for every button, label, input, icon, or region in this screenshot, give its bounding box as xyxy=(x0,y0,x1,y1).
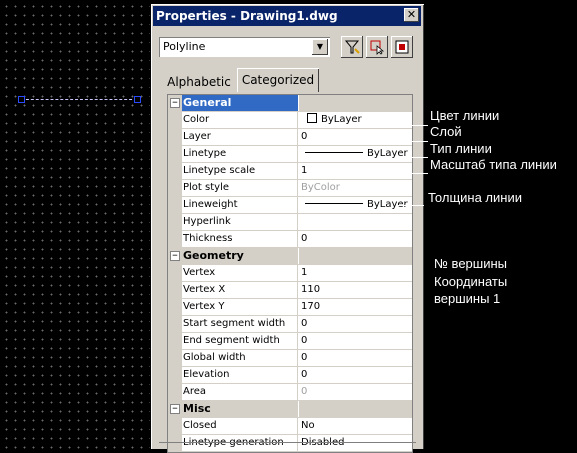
property-row-closed[interactable]: Closed No xyxy=(168,418,412,435)
leader-line xyxy=(392,173,428,174)
leader-line xyxy=(398,205,424,206)
property-row-vertex[interactable]: Vertex 1 xyxy=(168,265,412,282)
collapse-icon[interactable]: − xyxy=(170,251,180,261)
category-label: General xyxy=(182,95,298,111)
category-geometry[interactable]: − Geometry xyxy=(168,248,412,265)
quick-select-button[interactable] xyxy=(341,36,363,58)
annotation-linetype-scale: Масштаб типа линии xyxy=(430,157,557,172)
collapse-icon[interactable]: − xyxy=(170,404,180,414)
property-row-lineweight[interactable]: Lineweight ByLayer xyxy=(168,197,412,214)
property-row-linetype-scale[interactable]: Linetype scale 1 xyxy=(168,163,412,180)
property-row-hyperlink[interactable]: Hyperlink xyxy=(168,214,412,231)
leader-line xyxy=(398,125,428,126)
linetype-preview-icon xyxy=(305,152,363,153)
collapse-icon[interactable]: − xyxy=(170,98,180,108)
window-titlebar[interactable]: Properties - Drawing1.dwg ✕ xyxy=(153,6,421,26)
lineweight-preview-icon xyxy=(305,203,363,204)
annotation-vertex: № вершины xyxy=(434,256,507,271)
property-row-elevation[interactable]: Elevation 0 xyxy=(168,367,412,384)
category-general[interactable]: − General xyxy=(168,95,412,112)
property-row-vertex-y[interactable]: Vertex Y 170 xyxy=(168,299,412,316)
property-row-start-segment-width[interactable]: Start segment width 0 xyxy=(168,316,412,333)
property-row-thickness[interactable]: Thickness 0 xyxy=(168,231,412,248)
annotation-coords-line2: вершины 1 xyxy=(434,291,501,306)
category-label: Misc xyxy=(182,401,298,417)
pickadd-toggle-button[interactable] xyxy=(391,36,413,58)
property-row-color[interactable]: Color ByLayer xyxy=(168,112,412,129)
close-icon[interactable]: ✕ xyxy=(404,8,419,22)
annotation-lineweight: Толщина линии xyxy=(428,190,522,205)
annotation-coords-line1: Координаты xyxy=(434,274,508,289)
property-row-end-segment-width[interactable]: End segment width 0 xyxy=(168,333,412,350)
polyline-entity[interactable] xyxy=(21,99,137,100)
leader-line xyxy=(398,157,428,158)
property-row-linetype[interactable]: Linetype ByLayer xyxy=(168,146,412,163)
drawing-grid xyxy=(0,0,150,449)
color-swatch-icon xyxy=(307,113,317,123)
annotation-linetype: Тип линии xyxy=(430,141,492,156)
property-grid: − General Color ByLayer Layer 0 Linetype By… xyxy=(167,94,413,453)
property-row-area[interactable]: Area 0 xyxy=(168,384,412,401)
annotation-layer: Слой xyxy=(430,124,462,139)
polyline-grip-end[interactable] xyxy=(134,96,141,103)
pickadd-toggle-icon xyxy=(395,40,409,54)
polyline-grip-start[interactable] xyxy=(18,96,25,103)
category-label: Geometry xyxy=(182,248,298,264)
category-misc[interactable]: − Misc xyxy=(168,401,412,418)
property-row-global-width[interactable]: Global width 0 xyxy=(168,350,412,367)
chevron-down-icon[interactable]: ▼ xyxy=(312,39,328,55)
window-title: Properties - Drawing1.dwg xyxy=(156,9,338,23)
select-objects-button[interactable] xyxy=(366,36,388,58)
leader-line xyxy=(392,141,428,142)
quick-select-icon xyxy=(344,40,360,54)
annotation-color: Цвет линии xyxy=(430,108,500,123)
property-row-layer[interactable]: Layer 0 xyxy=(168,129,412,146)
object-type-value: Polyline xyxy=(163,40,206,53)
tab-categorized[interactable]: Categorized xyxy=(237,68,319,92)
object-type-select[interactable]: Polyline ▼ xyxy=(159,37,330,57)
select-objects-icon xyxy=(370,40,385,55)
property-row-plot-style[interactable]: Plot style ByColor xyxy=(168,180,412,197)
properties-window: Properties - Drawing1.dwg ✕ Polyline ▼ A… xyxy=(151,4,424,453)
property-row-vertex-x[interactable]: Vertex X 110 xyxy=(168,282,412,299)
window-bottom-border xyxy=(159,442,416,448)
tab-alphabetic[interactable]: Alphabetic xyxy=(161,73,237,91)
